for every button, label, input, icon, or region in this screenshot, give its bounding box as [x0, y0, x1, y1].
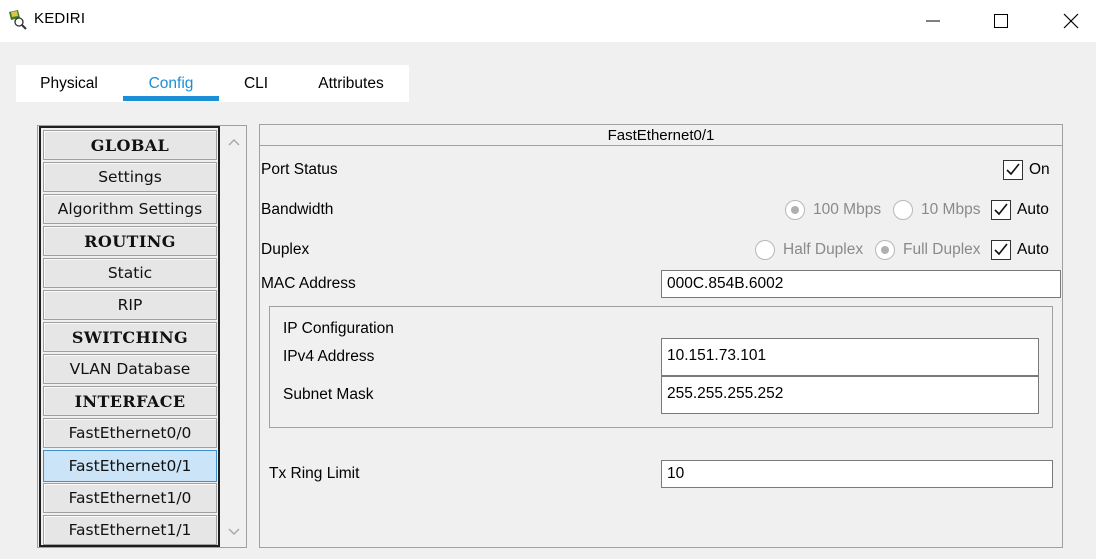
tab-config[interactable]: Config [123, 65, 219, 102]
router-app-icon [6, 8, 28, 30]
sidebar-item-static[interactable]: Static [43, 258, 217, 288]
mac-address-label: MAC Address [261, 275, 356, 292]
minimize-icon [926, 14, 940, 28]
bandwidth-auto-checkbox[interactable] [991, 200, 1011, 220]
tab-cli[interactable]: CLI [230, 65, 282, 102]
sidebar-header-routing: ROUTING [43, 226, 217, 256]
duplex-auto-label: Auto [1017, 241, 1049, 258]
sidebar-item-vlan-database[interactable]: VLAN Database [43, 354, 217, 384]
minimize-button[interactable] [910, 0, 956, 42]
sidebar-item-algorithm-settings[interactable]: Algorithm Settings [43, 194, 217, 224]
sidebar-header-global: GLOBAL [43, 130, 217, 160]
sidebar-header-switching: SWITCHING [43, 322, 217, 352]
ipv4-address-label: IPv4 Address [283, 348, 375, 365]
duplex-half-label: Half Duplex [783, 241, 864, 258]
sidebar-item-fastethernet1-0[interactable]: FastEthernet1/0 [43, 483, 217, 513]
duplex-half-radio[interactable] [755, 240, 775, 260]
port-status-label: Port Status [261, 161, 338, 178]
checkmark-icon [994, 203, 1008, 216]
tab-strip: Physical Config CLI Attributes [16, 65, 409, 102]
sidebar-item-fastethernet0-1[interactable]: FastEthernet0/1 [43, 450, 217, 482]
bandwidth-auto-label: Auto [1017, 201, 1049, 218]
checkmark-icon [1006, 163, 1020, 176]
close-icon [1063, 13, 1079, 29]
tx-ring-limit-field[interactable]: 10 [661, 460, 1053, 488]
close-button[interactable] [1048, 0, 1094, 42]
checkmark-icon [994, 243, 1008, 256]
bandwidth-10-radio[interactable] [893, 200, 913, 220]
mac-address-field[interactable]: 000C.854B.6002 [661, 270, 1061, 298]
sidebar-header-interface: INTERFACE [43, 386, 217, 416]
subnet-mask-field[interactable]: 255.255.255.252 [661, 376, 1039, 414]
duplex-label: Duplex [261, 241, 310, 258]
ipv4-address-field[interactable]: 10.151.73.101 [661, 338, 1039, 376]
tab-physical[interactable]: Physical [26, 65, 112, 102]
sidebar-item-settings[interactable]: Settings [43, 162, 217, 192]
window-title: KEDIRI [34, 10, 86, 27]
interface-panel-title: FastEthernet0/1 [260, 125, 1062, 146]
bandwidth-label: Bandwidth [261, 201, 334, 218]
bandwidth-100-label: 100 Mbps [813, 201, 882, 218]
scroll-up-icon[interactable] [227, 135, 241, 149]
bandwidth-100-radio[interactable] [785, 200, 805, 220]
tx-ring-limit-label: Tx Ring Limit [269, 465, 360, 482]
maximize-icon [994, 14, 1008, 28]
port-status-on-label: On [1029, 161, 1050, 178]
sidebar-item-rip[interactable]: RIP [43, 290, 217, 320]
active-tab-indicator [123, 96, 219, 101]
subnet-mask-label: Subnet Mask [283, 386, 374, 403]
sidebar-list: GLOBAL Settings Algorithm Settings ROUTI… [39, 126, 220, 547]
ip-configuration-title: IP Configuration [283, 320, 394, 337]
sidebar-item-fastethernet1-1[interactable]: FastEthernet1/1 [43, 515, 217, 545]
maximize-button[interactable] [978, 0, 1024, 42]
duplex-full-radio[interactable] [875, 240, 895, 260]
duplex-full-label: Full Duplex [903, 241, 981, 258]
bandwidth-10-label: 10 Mbps [921, 201, 981, 218]
sidebar-scrollbar[interactable] [222, 127, 245, 547]
port-status-on-checkbox[interactable] [1003, 160, 1023, 180]
scroll-down-icon[interactable] [227, 525, 241, 539]
sidebar-item-fastethernet0-0[interactable]: FastEthernet0/0 [43, 418, 217, 448]
duplex-auto-checkbox[interactable] [991, 240, 1011, 260]
tab-attributes[interactable]: Attributes [308, 65, 394, 102]
tab-config-label: Config [148, 74, 194, 92]
title-bar: KEDIRI [0, 0, 1096, 42]
